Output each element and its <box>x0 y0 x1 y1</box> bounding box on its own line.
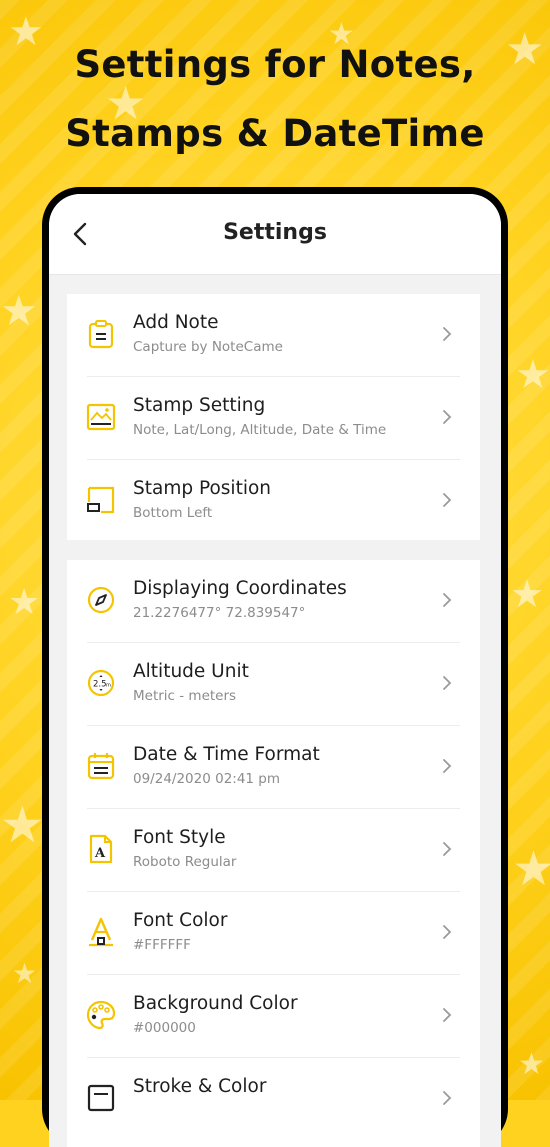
setting-value: #FFFFFF <box>133 937 191 953</box>
setting-label: Stamp Setting <box>133 395 266 416</box>
chevron-right-icon <box>443 676 452 690</box>
font-file-icon: A <box>89 834 113 864</box>
chevron-right-icon <box>443 1091 452 1105</box>
setting-displaying-coordinates[interactable]: Displaying Coordinates 21.2276477° 72.83… <box>87 560 460 643</box>
svg-text:m: m <box>106 683 111 689</box>
setting-value: 09/24/2020 02:41 pm <box>133 771 281 787</box>
phone-screen: Settings Add Note Capture by NoteCame St… <box>49 194 501 1147</box>
setting-altitude-unit[interactable]: 2.5 m Altitude Unit Metric - meters <box>87 643 460 726</box>
setting-add-note[interactable]: Add Note Capture by NoteCame <box>87 294 460 377</box>
chevron-right-icon <box>443 925 452 939</box>
setting-value: #000000 <box>133 1020 196 1036</box>
chevron-right-icon <box>443 493 452 507</box>
setting-label: Date & Time Format <box>133 744 320 765</box>
note-icon <box>88 320 114 349</box>
setting-background-color[interactable]: Background Color #000000 <box>86 975 460 1058</box>
setting-label: Altitude Unit <box>133 661 249 682</box>
setting-label: Displaying Coordinates <box>133 578 347 599</box>
setting-label: Font Color <box>133 910 228 931</box>
chevron-right-icon <box>443 327 452 341</box>
promo-headline: Settings for Notes, Stamps & DateTime <box>0 30 550 168</box>
stroke-icon <box>87 1084 115 1112</box>
setting-label: Background Color <box>133 993 298 1014</box>
setting-value: Roboto Regular <box>133 854 237 870</box>
setting-font-color[interactable]: Font Color #FFFFFF <box>87 892 460 975</box>
app-bar: Settings <box>49 194 501 275</box>
svg-text:A: A <box>94 846 106 861</box>
settings-group-display: Displaying Coordinates 21.2276477° 72.83… <box>67 560 480 1147</box>
setting-label: Font Style <box>133 827 226 848</box>
font-color-icon <box>89 917 113 947</box>
setting-stamp-setting[interactable]: Stamp Setting Note, Lat/Long, Altitude, … <box>86 377 460 460</box>
setting-label: Add Note <box>133 312 219 333</box>
palette-icon <box>86 1000 116 1030</box>
chevron-right-icon <box>443 593 452 607</box>
chevron-right-icon <box>443 1008 452 1022</box>
headline-line-2: Stamps & DateTime <box>65 112 485 155</box>
settings-group-capture: Add Note Capture by NoteCame Stamp Setti… <box>67 294 480 540</box>
setting-label: Stamp Position <box>133 478 272 499</box>
image-stamp-icon <box>86 403 116 431</box>
setting-value: Note, Lat/Long, Altitude, Date & Time <box>133 422 387 438</box>
setting-value: Bottom Left <box>133 505 213 521</box>
page-title: Settings <box>223 220 327 245</box>
headline-line-1: Settings for Notes, <box>74 43 476 86</box>
setting-label: Stroke & Color <box>133 1076 267 1097</box>
setting-value: Capture by NoteCame <box>133 339 283 355</box>
position-icon <box>87 486 115 514</box>
compass-icon <box>87 586 115 614</box>
altitude-icon: 2.5 m <box>87 669 115 697</box>
setting-value: Metric - meters <box>133 688 237 704</box>
chevron-right-icon <box>443 842 452 856</box>
setting-date-time-format[interactable]: Date & Time Format 09/24/2020 02:41 pm <box>87 726 460 809</box>
svg-text:2.5: 2.5 <box>93 680 107 690</box>
chevron-right-icon <box>443 759 452 773</box>
chevron-right-icon <box>443 410 452 424</box>
calendar-icon <box>87 753 115 780</box>
setting-stamp-position[interactable]: Stamp Position Bottom Left <box>87 460 460 542</box>
setting-stroke-color[interactable]: Stroke & Color <box>87 1058 460 1140</box>
setting-value: 21.2276477° 72.839547° <box>133 605 306 621</box>
setting-font-style[interactable]: A Font Style Roboto Regular <box>87 809 460 892</box>
phone-frame: Settings Add Note Capture by NoteCame St… <box>42 187 508 1147</box>
